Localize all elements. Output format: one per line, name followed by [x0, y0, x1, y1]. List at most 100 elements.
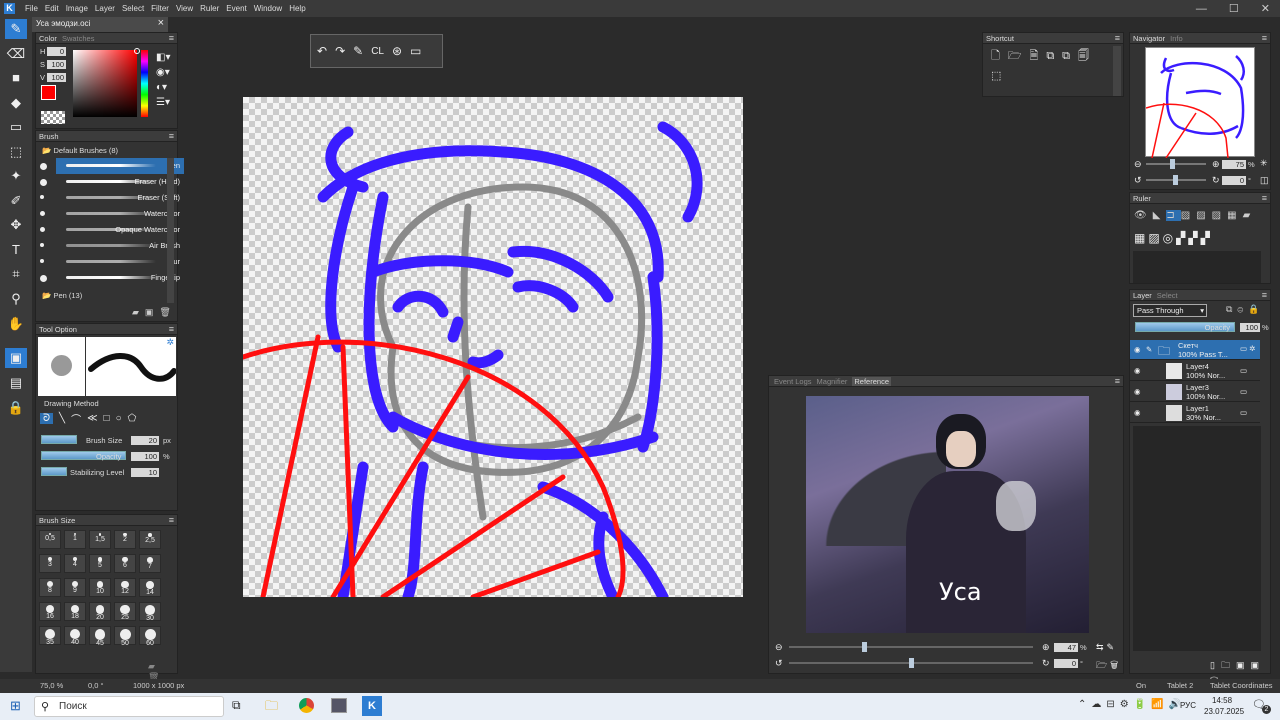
close-tab-icon[interactable]: ×: [158, 17, 164, 29]
ref-rotate-left-icon[interactable]: ↺: [775, 658, 783, 669]
minimize-button[interactable]: —: [1196, 3, 1207, 15]
layer-opacity-bar[interactable]: Opacity: [1135, 322, 1235, 332]
brush-group-pen[interactable]: 📂 Pen (13): [42, 291, 82, 300]
navigator-preview[interactable]: [1145, 47, 1255, 159]
pen-tool-icon[interactable]: ✎: [5, 19, 27, 39]
ref-file-icons[interactable]: 🗁🗑: [1096, 658, 1121, 674]
brush-item-eraser-soft[interactable]: Eraser (Soft): [40, 190, 184, 206]
menu-file[interactable]: File: [25, 4, 38, 13]
fill-tool-icon[interactable]: ◆: [5, 93, 27, 113]
brush-item-watercolor[interactable]: Watercolor: [40, 206, 184, 222]
brush-item-blur[interactable]: Blur: [40, 254, 184, 270]
menu-help[interactable]: Help: [289, 4, 305, 13]
brush-size-preset[interactable]: 45: [89, 626, 111, 647]
brush-size-preset[interactable]: 1: [64, 530, 86, 549]
gradient-tool-icon[interactable]: ▭: [5, 117, 27, 137]
opacity-field[interactable]: 100: [131, 452, 159, 461]
blend-mode-select[interactable]: Pass Through ▾: [1133, 304, 1207, 317]
menu-window[interactable]: Window: [254, 4, 282, 13]
tab-select[interactable]: Select: [1157, 291, 1178, 300]
drawing-canvas[interactable]: [243, 97, 743, 597]
tab-color[interactable]: Color: [39, 34, 57, 43]
ruler-list[interactable]: [1133, 251, 1261, 283]
text-tool-icon[interactable]: T: [5, 240, 27, 260]
taskbar-search[interactable]: ⚲ Поиск: [34, 696, 224, 717]
task-view-icon[interactable]: ⧉: [232, 698, 241, 713]
shortcut-select-icon[interactable]: ⬚: [991, 69, 1001, 82]
pen-quick-icon[interactable]: ✎: [353, 44, 363, 58]
chrome-icon[interactable]: [299, 698, 314, 713]
settings-gear-icon[interactable]: ✲: [166, 337, 174, 348]
s-field[interactable]: 100: [47, 60, 66, 69]
brush-size-preset[interactable]: 3: [39, 554, 61, 573]
hand-tool-icon[interactable]: ✋: [5, 314, 27, 334]
freehand-method-icon[interactable]: ᘐ: [40, 413, 54, 424]
transform-icon[interactable]: ⊛: [392, 44, 402, 58]
saturation-value-square[interactable]: [73, 50, 137, 117]
brush-group-default[interactable]: 📂 Default Brushes (8): [42, 146, 118, 155]
menu-event[interactable]: Event: [226, 4, 246, 13]
close-button[interactable]: ✕: [1261, 2, 1270, 15]
color-picker-cursor[interactable]: [134, 48, 140, 54]
nav-zoom-slider[interactable]: [1146, 159, 1206, 169]
undo-icon[interactable]: ↶: [317, 44, 327, 58]
zoom-in-icon[interactable]: ⊕: [1212, 159, 1220, 170]
brush-size-preset[interactable]: 8: [39, 578, 61, 597]
rectangle-tool-icon[interactable]: ■: [5, 68, 27, 88]
layer-mask-icon[interactable]: ▭: [1240, 408, 1247, 417]
tab-layer[interactable]: Layer: [1133, 291, 1152, 300]
menu-icon[interactable]: ≡: [1262, 290, 1267, 300]
primary-color-swatch[interactable]: [41, 85, 56, 100]
menu-layer[interactable]: Layer: [95, 4, 115, 13]
brush-size-preset[interactable]: 9: [64, 578, 86, 597]
menu-select[interactable]: Select: [122, 4, 144, 13]
select-rect-tool-icon[interactable]: ⬚: [5, 142, 27, 162]
layer-row-layer3[interactable]: ◉ Layer3 100% Nor... ▭: [1130, 382, 1260, 402]
brush-size-preset[interactable]: 35: [39, 626, 61, 646]
window-icon[interactable]: ▭: [410, 44, 421, 58]
brush-size-preset[interactable]: 14: [139, 578, 161, 597]
clear-layer-icon[interactable]: CL: [371, 46, 384, 57]
menu-icon[interactable]: ≡: [1262, 33, 1267, 43]
brush-size-preset[interactable]: 5: [89, 554, 111, 573]
ruler-types-row[interactable]: ▦▨◎▞▞▞: [1134, 231, 1213, 245]
brush-size-preset[interactable]: 50: [114, 626, 136, 647]
brush-actions[interactable]: ▰▣🗑: [132, 307, 177, 318]
hue-slider[interactable]: [141, 50, 148, 117]
color-mode-icons[interactable]: ◧▾ ◉▾ ◐▾ ☰▾: [156, 50, 170, 110]
tab-event-logs[interactable]: Event Logs: [774, 377, 812, 386]
ref-rotate-field[interactable]: 0: [1054, 659, 1078, 668]
shortcut-icons-row1[interactable]: 🗋🗁🗎⧉⧉🗐: [991, 47, 1097, 66]
brush-size-preset[interactable]: 40: [64, 626, 86, 646]
rect-method-icon[interactable]: □: [104, 413, 110, 424]
brush-size-preset[interactable]: 2: [114, 530, 136, 549]
layer-lock-icons[interactable]: ⧉⊜🔒: [1226, 304, 1265, 315]
redo-icon[interactable]: ↷: [335, 44, 345, 58]
brush-size-preset[interactable]: 25: [114, 602, 136, 621]
app-window-icon[interactable]: [331, 698, 347, 713]
ruler-options-row[interactable]: 👁◣⊐▨▨▨▦▰: [1134, 210, 1256, 221]
layer-row-layer1[interactable]: ◉ Layer1 30% Nor... ▭: [1130, 403, 1260, 423]
menu-ruler[interactable]: Ruler: [200, 4, 219, 13]
polygon-method-icon[interactable]: ⬠: [128, 413, 137, 424]
brush-size-preset[interactable]: 18: [64, 602, 86, 621]
menu-icon[interactable]: ≡: [169, 33, 174, 43]
rotate-left-icon[interactable]: ↺: [1134, 175, 1142, 186]
brush-size-preset[interactable]: 6: [114, 554, 136, 573]
mask-mode-icon[interactable]: ▤: [5, 373, 27, 393]
brush-size-preset[interactable]: 16: [39, 602, 61, 621]
visibility-eye-icon[interactable]: ◉: [1134, 387, 1141, 396]
system-tray-icons[interactable]: ⌃☁⊟⚙🔋📶🔊: [1078, 699, 1186, 710]
menu-filter[interactable]: Filter: [151, 4, 169, 13]
language-indicator[interactable]: РУС: [1180, 701, 1196, 710]
flip-icon[interactable]: ◫: [1260, 175, 1269, 186]
eraser-tool-icon[interactable]: ⌫: [5, 44, 27, 64]
tab-magnifier[interactable]: Magnifier: [817, 377, 848, 386]
reference-image[interactable]: Уса: [806, 396, 1089, 633]
brush-size-preset[interactable]: 10: [89, 578, 111, 597]
ref-zoom-field[interactable]: 47: [1054, 643, 1078, 652]
document-tab[interactable]: Уса эмодзи.oci ×: [32, 17, 168, 32]
menu-icon[interactable]: ≡: [1115, 33, 1120, 43]
menu-icon[interactable]: ≡: [169, 515, 174, 525]
brush-size-preset[interactable]: 12: [114, 578, 136, 597]
